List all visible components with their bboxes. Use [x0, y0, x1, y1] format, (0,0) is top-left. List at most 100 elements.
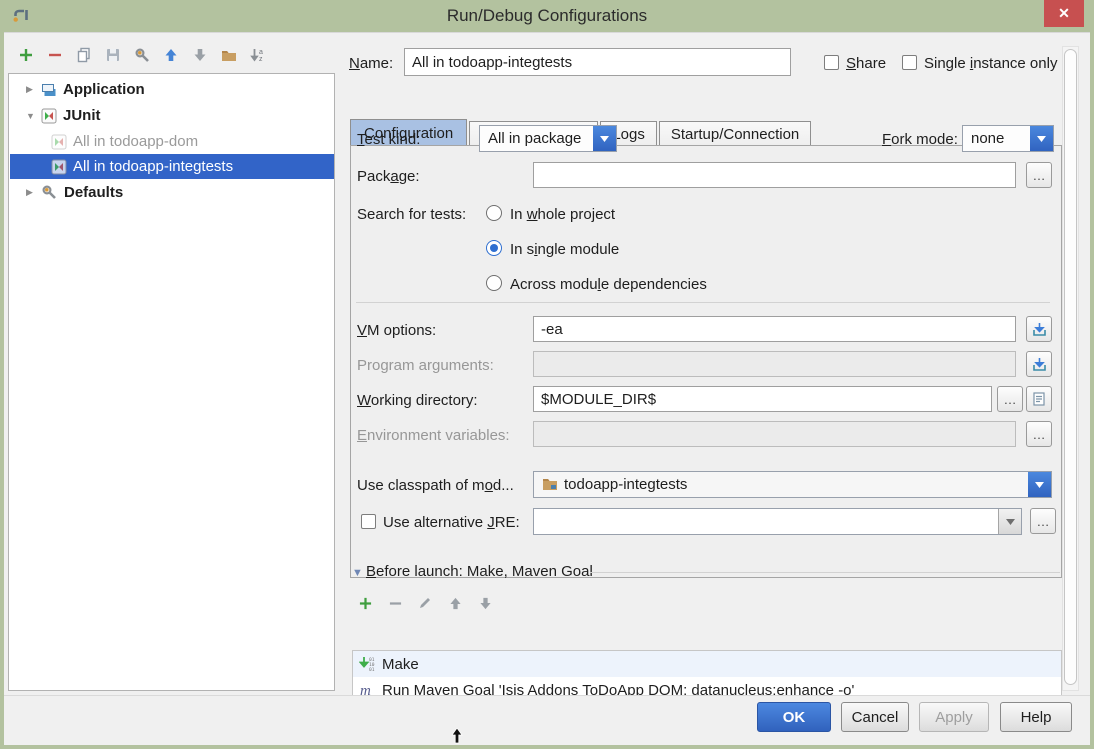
across-module-dependencies-label: Across module dependencies: [510, 276, 707, 293]
mouse-cursor: [451, 728, 463, 744]
share-label: Share: [846, 55, 886, 72]
button-bar: OK Cancel Apply Help: [4, 695, 1090, 745]
chevron-down-icon[interactable]: [998, 509, 1021, 534]
single-instance-checkbox[interactable]: [902, 55, 917, 70]
list-item-make[interactable]: 011001 Make: [353, 651, 1061, 677]
move-down-icon[interactable]: [475, 593, 495, 613]
remove-icon[interactable]: [45, 45, 65, 65]
close-button[interactable]: ✕: [1044, 0, 1084, 27]
use-classpath-value: todoapp-integtests: [564, 476, 687, 493]
alternative-jre-browse-button[interactable]: …: [1030, 508, 1056, 534]
test-kind-select[interactable]: All in package: [479, 125, 617, 152]
scrollbar-thumb[interactable]: [1064, 49, 1077, 685]
tree-item-label: JUnit: [63, 107, 101, 124]
in-whole-project-label: In whole project: [510, 206, 615, 223]
tree-item-all-in-todoapp-dom[interactable]: All in todoapp-dom: [10, 129, 334, 154]
use-classpath-select[interactable]: todoapp-integtests: [533, 471, 1052, 498]
search-for-tests-label: Search for tests:: [357, 206, 466, 223]
alternative-jre-select[interactable]: [533, 508, 1022, 535]
add-icon[interactable]: [16, 45, 36, 65]
collapse-triangle-icon[interactable]: ▼: [352, 567, 363, 579]
working-directory-label: Working directory:: [357, 392, 478, 409]
run-debug-configurations-dialog: Run/Debug Configurations ✕ az ▶ Applicat…: [0, 0, 1094, 749]
chevron-right-icon[interactable]: ▶: [26, 84, 38, 95]
before-launch-label: Before launch: Make, Maven Goal: [366, 563, 593, 580]
move-down-icon[interactable]: [190, 45, 210, 65]
apply-button[interactable]: Apply: [919, 702, 989, 732]
ellipsis-icon: …: [1004, 392, 1017, 407]
package-browse-button[interactable]: …: [1026, 162, 1052, 188]
tree-item-label: All in todoapp-dom: [73, 133, 198, 150]
fork-mode-label: Fork mode:: [882, 131, 958, 148]
vertical-scrollbar[interactable]: [1062, 46, 1079, 691]
tab-startup-connection[interactable]: Startup/Connection: [659, 121, 811, 148]
junit-icon: [51, 134, 67, 150]
radio-in-whole-project[interactable]: [486, 205, 502, 221]
remove-icon[interactable]: [385, 593, 405, 613]
macro-document-icon: [1033, 392, 1045, 406]
move-up-icon[interactable]: [161, 45, 181, 65]
edit-defaults-icon[interactable]: [132, 45, 152, 65]
tree-item-junit[interactable]: ▼ JUnit: [10, 103, 334, 128]
chevron-down-icon[interactable]: [1028, 472, 1051, 497]
tree-item-application[interactable]: ▶ Application: [10, 77, 334, 102]
expand-field-button[interactable]: [1026, 316, 1052, 342]
working-directory-input[interactable]: [533, 386, 992, 412]
environment-variables-browse-button[interactable]: …: [1026, 421, 1052, 447]
working-directory-browse-button[interactable]: …: [997, 386, 1023, 412]
vm-options-label: VM options:: [357, 322, 436, 339]
tree-item-label: Application: [63, 81, 145, 98]
svg-text:01: 01: [369, 667, 375, 672]
separator: [590, 572, 1060, 573]
ellipsis-icon: …: [1033, 168, 1046, 183]
tree-item-defaults[interactable]: ▶ Defaults: [10, 180, 334, 205]
dialog-content: az ▶ Application ▼ JUnit All in todoapp-…: [4, 32, 1090, 744]
in-single-module-label: In single module: [510, 241, 619, 258]
use-classpath-label: Use classpath of mod...: [357, 477, 514, 494]
radio-across-module-dependencies[interactable]: [486, 275, 502, 291]
ellipsis-icon: …: [1037, 514, 1050, 529]
chevron-down-icon[interactable]: [1030, 126, 1053, 151]
separator: [356, 302, 1050, 303]
expand-icon: [1032, 322, 1047, 337]
use-alternative-jre-checkbox[interactable]: [361, 514, 376, 529]
program-arguments-label: Program arguments:: [357, 357, 494, 374]
radio-in-single-module[interactable]: [486, 240, 502, 256]
add-icon[interactable]: [355, 593, 375, 613]
copy-icon[interactable]: [74, 45, 94, 65]
make-icon: 011001: [359, 656, 375, 672]
program-arguments-input: [533, 351, 1016, 377]
name-label: Name:: [349, 55, 393, 72]
package-input[interactable]: [533, 162, 1016, 188]
ellipsis-icon: …: [1033, 427, 1046, 442]
expand-field-button[interactable]: [1026, 351, 1052, 377]
sort-alphabetically-icon[interactable]: az: [248, 45, 268, 65]
test-kind-value: All in package: [480, 130, 589, 147]
vm-options-input[interactable]: [533, 316, 1016, 342]
configurations-tree: ▶ Application ▼ JUnit All in todoapp-dom…: [8, 73, 335, 691]
move-up-icon[interactable]: [445, 593, 465, 613]
chevron-down-icon[interactable]: [593, 126, 616, 151]
share-checkbox[interactable]: [824, 55, 839, 70]
tree-item-label: Defaults: [64, 184, 123, 201]
save-icon[interactable]: [103, 45, 123, 65]
tree-item-all-in-todoapp-integtests[interactable]: All in todoapp-integtests: [10, 154, 334, 179]
new-folder-icon[interactable]: [219, 45, 239, 65]
insert-macro-button[interactable]: [1026, 386, 1052, 412]
application-icon: [41, 82, 57, 98]
list-item-label: Make: [382, 656, 419, 673]
junit-icon: [51, 159, 67, 175]
edit-pencil-icon[interactable]: [415, 593, 435, 613]
ok-button[interactable]: OK: [757, 702, 831, 732]
fork-mode-value: none: [963, 130, 1012, 147]
help-button[interactable]: Help: [1000, 702, 1072, 732]
svg-text:z: z: [259, 56, 263, 63]
chevron-down-icon[interactable]: ▼: [26, 111, 38, 121]
test-kind-label: Test kind:: [357, 131, 420, 148]
chevron-right-icon[interactable]: ▶: [26, 187, 38, 198]
name-input[interactable]: [404, 48, 791, 76]
module-icon: [542, 477, 558, 492]
fork-mode-select[interactable]: none: [962, 125, 1054, 152]
cancel-button[interactable]: Cancel: [841, 702, 909, 732]
tree-toolbar: az: [16, 44, 268, 66]
